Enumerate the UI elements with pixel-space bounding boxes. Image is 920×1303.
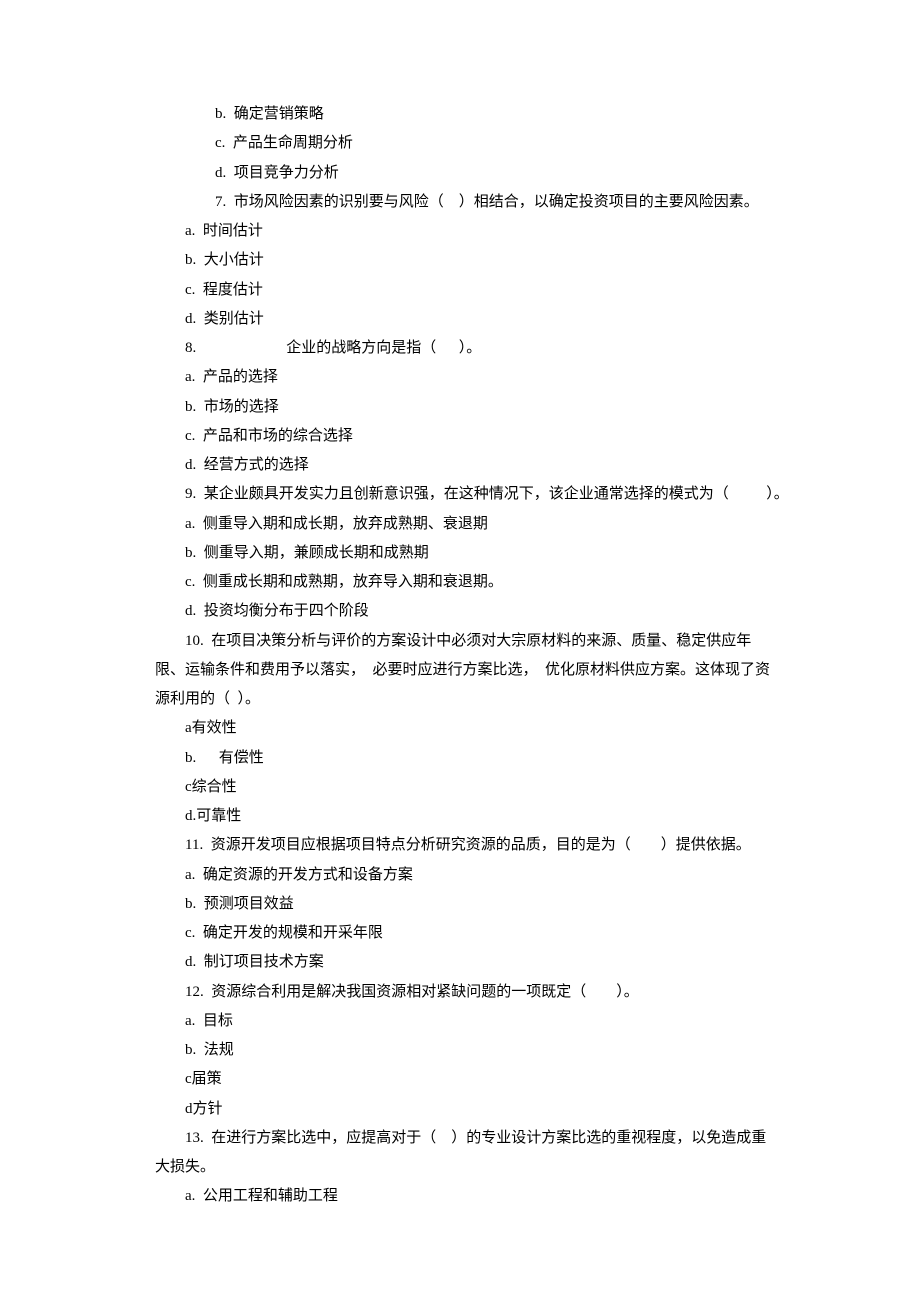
q-prev-option-d: d. 项目竞争力分析 [155,159,775,188]
q10-stem-l1: 10. 在项目决策分析与评价的方案设计中必须对大宗原材料的来源、质量、稳定供应年 [155,627,775,656]
q-prev-option-b: b. 确定营销策略 [155,100,775,129]
q10-option-b: b. 有偿性 [155,744,775,773]
q10-stem-l2: 限、运输条件和费用予以落实， 必要时应进行方案比选， 优化原材料供应方案。这体现… [155,656,775,685]
q7-option-d: d. 类别估计 [155,305,775,334]
q8-option-c: c. 产品和市场的综合选择 [155,422,775,451]
q7-option-c: c. 程度估计 [155,276,775,305]
q11-option-d: d. 制订项目技术方案 [155,948,775,977]
q9-option-c: c. 侧重成长期和成熟期，放弃导入期和衰退期。 [155,568,775,597]
q12-option-d: d方针 [155,1095,775,1124]
q12-stem: 12. 资源综合利用是解决我国资源相对紧缺问题的一项既定（ ）。 [155,978,775,1007]
q8-stem: 8. 企业的战略方向是指（ ）。 [155,334,775,363]
q7-stem: 7. 市场风险因素的识别要与风险（ ）相结合，以确定投资项目的主要风险因素。 [155,188,775,217]
q7-option-a: a. 时间估计 [155,217,775,246]
q11-stem: 11. 资源开发项目应根据项目特点分析研究资源的品质，目的是为（ ）提供依据。 [155,831,775,860]
q11-option-a: a. 确定资源的开发方式和设备方案 [155,861,775,890]
q7-option-b: b. 大小估计 [155,246,775,275]
q13-stem-l2: 大损失。 [155,1153,775,1182]
q13-stem-l1: 13. 在进行方案比选中，应提高对于（ ）的专业设计方案比选的重视程度，以免造成… [155,1124,775,1153]
q10-option-d: d.可靠性 [155,802,775,831]
q10-stem-l3: 源利用的（ ）。 [155,685,775,714]
q12-option-b: b. 法规 [155,1036,775,1065]
q13-option-a: a. 公用工程和辅助工程 [155,1182,775,1211]
q9-option-b: b. 侧重导入期，兼顾成长期和成熟期 [155,539,775,568]
q12-option-c: c届策 [155,1065,775,1094]
q9-option-d: d. 投资均衡分布于四个阶段 [155,597,775,626]
q10-option-c: c综合性 [155,773,775,802]
q11-option-b: b. 预测项目效益 [155,890,775,919]
q-prev-option-c: c. 产品生命周期分析 [155,129,775,158]
q12-option-a: a. 目标 [155,1007,775,1036]
q9-option-a: a. 侧重导入期和成长期，放弃成熟期、衰退期 [155,510,775,539]
q8-option-a: a. 产品的选择 [155,363,775,392]
q8-option-d: d. 经营方式的选择 [155,451,775,480]
q10-option-a: a有效性 [155,714,775,743]
q11-option-c: c. 确定开发的规模和开采年限 [155,919,775,948]
q8-option-b: b. 市场的选择 [155,393,775,422]
q9-stem: 9. 某企业颇具开发实力且创新意识强，在这种情况下，该企业通常选择的模式为（ ）… [155,480,775,509]
